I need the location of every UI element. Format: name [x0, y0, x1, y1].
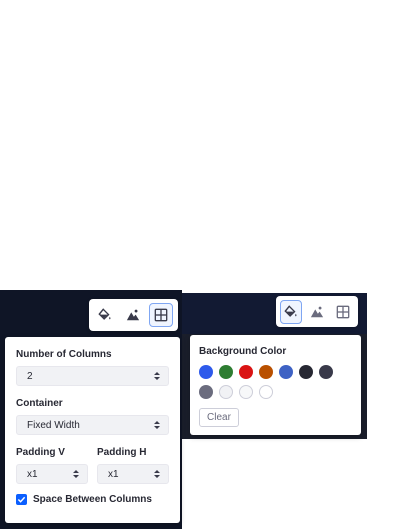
columns-label: Number of Columns	[16, 349, 112, 360]
layout-popover: Number of Columns 2 Container Fixed Widt…	[5, 337, 180, 523]
columns-value: 2	[27, 370, 33, 382]
background-color-title: Background Color	[199, 346, 287, 357]
grid-icon	[336, 305, 350, 318]
check-icon	[17, 496, 26, 503]
background-color-button[interactable]	[280, 299, 302, 324]
container-value: Fixed Width	[27, 419, 80, 431]
row-toolbar	[89, 299, 178, 331]
background-image-button[interactable]	[306, 300, 328, 324]
color-swatch[interactable]	[219, 365, 233, 379]
paint-bucket-icon	[284, 304, 297, 317]
color-swatch[interactable]	[259, 365, 273, 379]
background-image-button[interactable]	[121, 303, 145, 327]
layout-button[interactable]	[332, 300, 354, 324]
background-color-button[interactable]	[93, 303, 117, 327]
padding-h-value: x1	[108, 468, 119, 480]
color-swatch[interactable]	[199, 365, 213, 379]
color-swatch[interactable]	[239, 385, 253, 399]
padding-h-label: Padding H	[97, 447, 147, 458]
color-swatch[interactable]	[299, 365, 313, 379]
padding-v-label: Padding V	[16, 447, 65, 458]
padding-v-select[interactable]: x1	[16, 464, 88, 484]
color-swatches	[199, 365, 349, 399]
paint-bucket-icon	[98, 308, 111, 320]
row-toolbar-secondary	[276, 296, 358, 327]
color-swatch[interactable]	[259, 385, 273, 399]
space-between-checkbox[interactable]	[16, 494, 27, 505]
columns-select[interactable]: 2	[16, 366, 169, 386]
layout-button[interactable]	[149, 303, 173, 327]
grid-icon	[154, 308, 168, 322]
color-swatch[interactable]	[199, 385, 213, 399]
background-color-popover: Background Color Clear	[190, 335, 361, 435]
image-icon	[310, 306, 324, 317]
color-swatch[interactable]	[239, 365, 253, 379]
padding-v-value: x1	[27, 468, 38, 480]
container-label: Container	[16, 398, 63, 409]
space-between-row: Space Between Columns	[16, 494, 169, 505]
color-swatch[interactable]	[219, 385, 233, 399]
color-swatch[interactable]	[319, 365, 333, 379]
select-caret-icon	[73, 470, 79, 478]
select-caret-icon	[154, 470, 160, 478]
select-caret-icon	[154, 372, 160, 380]
image-icon	[126, 309, 140, 321]
padding-h-select[interactable]: x1	[97, 464, 169, 484]
select-caret-icon	[154, 421, 160, 429]
space-between-label: Space Between Columns	[33, 494, 152, 505]
color-swatch[interactable]	[279, 365, 293, 379]
clear-button[interactable]: Clear	[199, 408, 239, 427]
container-select[interactable]: Fixed Width	[16, 415, 169, 435]
